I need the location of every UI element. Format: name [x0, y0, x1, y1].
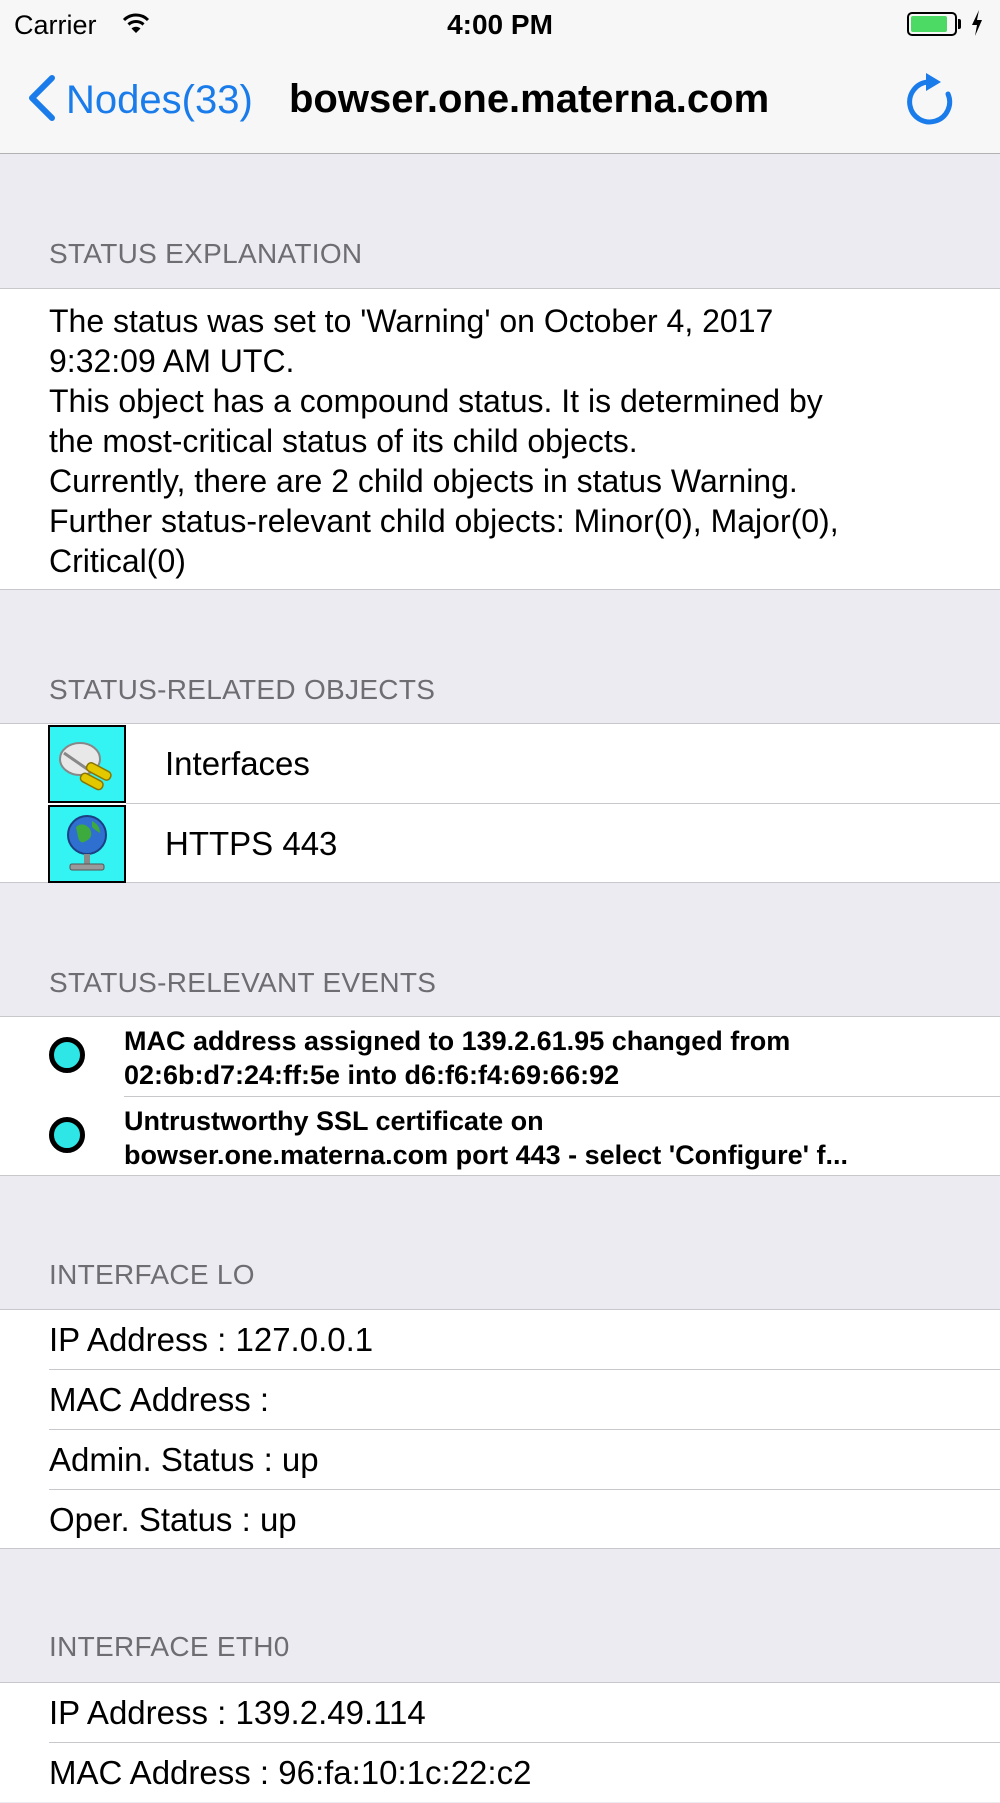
status-relevant-events-group: MAC address assigned to 139.2.61.95 chan…	[0, 1016, 1000, 1176]
event-line: Untrustworthy SSL certificate on	[124, 1106, 544, 1136]
status-explanation-text: The status was set to 'Warning' on Octob…	[49, 301, 969, 581]
ip-address-value: IP Address : 127.0.0.1	[49, 1321, 374, 1358]
section-header-status-explanation: STATUS EXPLANATION	[49, 238, 363, 269]
section-header-interface-lo: INTERFACE LO	[49, 1259, 255, 1290]
section-header-status-related-objects: STATUS-RELATED OBJECTS	[49, 674, 436, 705]
navigation-bar: Nodes(33) bowser.one.materna.com	[0, 50, 1000, 154]
admin-status-value: Admin. Status : up	[49, 1441, 319, 1478]
explanation-line: Critical(0)	[49, 543, 186, 579]
list-item: MAC Address :	[0, 1370, 1000, 1430]
mac-address-value: MAC Address :	[49, 1381, 270, 1418]
battery-tip	[958, 19, 961, 29]
interface-lo-group: IP Address : 127.0.0.1 MAC Address : Adm…	[0, 1309, 1000, 1549]
section-header-interface-eth0: INTERFACE ETH0	[49, 1631, 290, 1662]
interface-eth0-group: IP Address : 139.2.49.114 MAC Address : …	[0, 1682, 1000, 1802]
explanation-line: The status was set to 'Warning' on Octob…	[49, 303, 774, 339]
status-dot-icon	[49, 1037, 85, 1073]
status-explanation-group: The status was set to 'Warning' on Octob…	[0, 288, 1000, 590]
event-line: bowser.one.materna.com port 443 - select…	[124, 1140, 849, 1170]
back-button-label: Nodes(33)	[66, 78, 253, 122]
list-item: IP Address : 127.0.0.1	[0, 1310, 1000, 1370]
status-related-objects-group: Interfaces HTTPS 443	[0, 723, 1000, 883]
list-item: Oper. Status : up	[0, 1490, 1000, 1550]
event-text: Untrustworthy SSL certificate on bowser.…	[124, 1104, 974, 1172]
refresh-icon	[906, 73, 956, 132]
event-item[interactable]: MAC address assigned to 139.2.61.95 chan…	[0, 1017, 1000, 1097]
interfaces-plug-icon	[48, 725, 126, 803]
status-dot-icon	[49, 1117, 85, 1153]
battery-icon	[907, 12, 957, 36]
list-item: IP Address : 139.2.49.114	[0, 1683, 1000, 1743]
list-item-https-443[interactable]: HTTPS 443	[0, 804, 1000, 884]
event-item[interactable]: Untrustworthy SSL certificate on bowser.…	[0, 1097, 1000, 1177]
list-item: MAC Address : 96:fa:10:1c:22:c2	[0, 1743, 1000, 1803]
list-item-label: Interfaces	[165, 745, 310, 782]
section-header-status-relevant-events: STATUS-RELEVANT EVENTS	[49, 967, 437, 998]
event-text: MAC address assigned to 139.2.61.95 chan…	[124, 1024, 974, 1092]
mac-address-value: MAC Address : 96:fa:10:1c:22:c2	[49, 1754, 532, 1791]
explanation-line: the most-critical status of its child ob…	[49, 423, 638, 459]
explanation-line: Currently, there are 2 child objects in …	[49, 463, 798, 499]
globe-service-icon	[48, 805, 126, 883]
explanation-line: This object has a compound status. It is…	[49, 383, 823, 419]
clock-time: 4:00 PM	[447, 9, 553, 40]
event-line: 02:6b:d7:24:ff:5e into d6:f6:f4:69:66:92	[124, 1060, 620, 1090]
oper-status-value: Oper. Status : up	[49, 1501, 297, 1538]
refresh-button[interactable]	[906, 72, 956, 133]
explanation-line: 9:32:09 AM UTC.	[49, 343, 295, 379]
event-line: MAC address assigned to 139.2.61.95 chan…	[124, 1026, 791, 1056]
charging-bolt-icon	[970, 9, 984, 42]
page-title: bowser.one.materna.com	[289, 77, 770, 121]
ip-address-value: IP Address : 139.2.49.114	[49, 1694, 426, 1731]
chevron-left-icon	[26, 74, 56, 127]
list-item-label: HTTPS 443	[165, 825, 338, 862]
status-bar: Carrier 4:00 PM	[0, 0, 1000, 50]
back-button[interactable]: Nodes(33)	[26, 74, 253, 127]
list-item-interfaces[interactable]: Interfaces	[0, 724, 1000, 804]
explanation-line: Further status-relevant child objects: M…	[49, 503, 839, 539]
list-item: Admin. Status : up	[0, 1430, 1000, 1490]
